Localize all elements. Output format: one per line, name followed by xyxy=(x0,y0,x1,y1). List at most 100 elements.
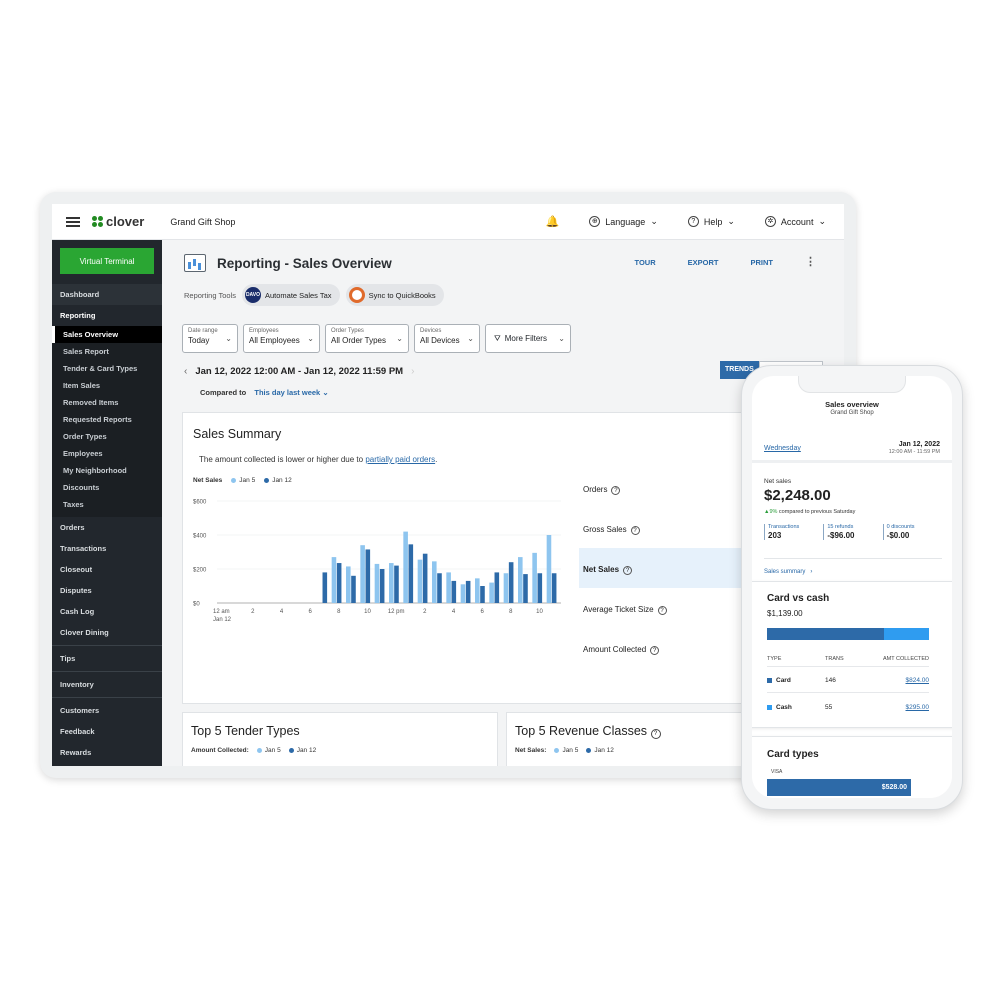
sidebar-section-tips: Tips xyxy=(52,648,162,669)
clover-logo[interactable]: clover xyxy=(92,214,144,229)
card-vs-cash-total: $1,139.00 xyxy=(767,609,803,618)
x-tick-label: 8 xyxy=(509,609,513,615)
language-menu[interactable]: ⊕ Language ⌄ xyxy=(589,216,658,227)
transactions-stat[interactable]: Transactions 203 xyxy=(764,524,823,540)
sidebar-item-tender-card-types[interactable]: Tender & Card Types xyxy=(52,360,162,377)
sidebar-item-employees[interactable]: Employees xyxy=(52,445,162,462)
sidebar-item-clover-dining[interactable]: Clover Dining xyxy=(52,622,162,643)
help-icon[interactable]: ? xyxy=(611,486,621,495)
bar-jan-12 xyxy=(408,544,414,603)
phone-shop-name: Grand Gift Shop xyxy=(830,410,874,416)
sidebar-item-item-sales[interactable]: Item Sales xyxy=(52,377,162,394)
y-tick-label: $600 xyxy=(193,500,207,506)
date-range-filter[interactable]: Date range Today ⌄ xyxy=(182,324,238,353)
more-filters-button[interactable]: ⛛ More Filters ⌄ xyxy=(485,324,571,353)
partially-paid-orders-link[interactable]: partially paid orders xyxy=(365,455,435,464)
day-selector[interactable]: Wednesday xyxy=(764,445,801,452)
davo-logo-icon: DAVO xyxy=(244,287,261,303)
card-types-title: Card types xyxy=(767,749,819,760)
account-menu[interactable]: ✲ Account ⌄ xyxy=(764,216,826,227)
sidebar-item-rewards[interactable]: Rewards xyxy=(52,742,162,763)
bar-jan-5 xyxy=(360,545,365,603)
phone-date: Jan 12, 2022 xyxy=(898,441,940,448)
sidebar-item-customers[interactable]: Customers xyxy=(52,700,162,721)
account-label: Account xyxy=(780,216,814,227)
question-icon: ? xyxy=(687,216,699,227)
help-menu[interactable]: ? Help ⌄ xyxy=(687,216,735,227)
sidebar-item-inventory[interactable]: Inventory xyxy=(52,674,162,695)
export-button[interactable]: EXPORT xyxy=(688,258,719,268)
help-icon[interactable]: ? xyxy=(623,566,633,575)
bar-jan-5 xyxy=(475,578,480,603)
sidebar-item-dashboard[interactable]: Dashboard xyxy=(52,284,162,305)
previous-day-icon[interactable]: ‹ xyxy=(184,366,187,377)
sidebar-item-sales-overview[interactable]: Sales Overview xyxy=(52,326,162,343)
help-icon[interactable]: ? xyxy=(650,646,660,655)
discounts-stat[interactable]: 0 discounts -$0.00 xyxy=(882,524,942,540)
print-button[interactable]: PRINT xyxy=(751,258,774,268)
menu-icon[interactable] xyxy=(66,215,80,229)
notification-bell-icon[interactable]: 🔔 xyxy=(546,215,560,228)
sales-summary-link[interactable]: Sales summary › xyxy=(764,569,812,575)
sidebar-item-removed-items[interactable]: Removed Items xyxy=(52,394,162,411)
bar-jan-5 xyxy=(532,552,537,603)
chevron-down-icon: ⌄ xyxy=(558,334,565,343)
x-tick-label: 2 xyxy=(251,609,255,615)
y-tick-label: $0 xyxy=(193,602,200,608)
card-vs-cash-bar xyxy=(767,628,929,640)
order-types-filter[interactable]: Order Types All Order Types ⌄ xyxy=(325,324,409,353)
refunds-stat[interactable]: 15 refunds -$96.00 xyxy=(823,524,882,540)
automate-sales-tax-label: Automate Sales Tax xyxy=(264,290,332,300)
sidebar-item-discounts[interactable]: Discounts xyxy=(52,479,162,496)
partial-paid-note: The amount collected is lower or higher … xyxy=(199,455,438,464)
bar-jan-12 xyxy=(551,573,557,603)
sidebar-item-cash-log[interactable]: Cash Log xyxy=(52,601,162,622)
sidebar: Virtual Terminal Dashboard Reporting Sal… xyxy=(52,240,162,766)
sidebar-item-feedback[interactable]: Feedback xyxy=(52,721,162,742)
date-range-label: Jan 12, 2022 12:00 AM - Jan 12, 2022 11:… xyxy=(195,366,404,377)
bar-jan-5 xyxy=(446,572,451,603)
chart-legend: Net Sales Jan 5 Jan 12 xyxy=(193,477,292,484)
sidebar-item-my-neighborhood[interactable]: My Neighborhood xyxy=(52,462,162,479)
more-options-icon[interactable]: ⋮ xyxy=(805,255,816,268)
sidebar-item-taxes[interactable]: Taxes xyxy=(52,496,162,513)
automate-sales-tax-chip[interactable]: DAVO Automate Sales Tax xyxy=(241,284,340,306)
help-icon[interactable]: ? xyxy=(630,526,640,535)
bar-jan-5 xyxy=(432,561,437,603)
quickbooks-chip[interactable]: Sync to QuickBooks xyxy=(345,284,444,306)
devices-filter[interactable]: Devices All Devices ⌄ xyxy=(414,324,480,353)
sidebar-item-requested-reports[interactable]: Requested Reports xyxy=(52,411,162,428)
sidebar-item-disputes[interactable]: Disputes xyxy=(52,580,162,601)
phone-frame: Sales overview Grand Gift Shop Wednesday… xyxy=(741,365,963,810)
card-amount-link[interactable]: $824.00 xyxy=(906,677,930,684)
bar-jan-5 xyxy=(503,573,509,603)
sidebar-item-orders[interactable]: Orders xyxy=(52,517,162,538)
x-tick-label: 6 xyxy=(308,609,312,615)
chevron-down-icon: ⌄ xyxy=(225,334,232,343)
tour-button[interactable]: TOUR xyxy=(635,258,656,268)
card-types-card: Card types VISA $528.00 xyxy=(752,736,952,798)
sidebar-item-closeout[interactable]: Closeout xyxy=(52,559,162,580)
sidebar-item-reporting[interactable]: Reporting xyxy=(52,305,162,326)
x-tick-label: 12 pm xyxy=(388,609,405,615)
compare-dropdown[interactable]: This day last week ⌄ xyxy=(254,388,328,397)
x-tick-label: 6 xyxy=(480,609,484,615)
sidebar-item-tips[interactable]: Tips xyxy=(52,648,162,669)
gear-icon: ✲ xyxy=(764,216,776,227)
top-tender-types-card: Top 5 Tender Types Amount Collected: Jan… xyxy=(182,712,498,766)
help-icon[interactable]: ? xyxy=(657,606,667,615)
help-label: Help xyxy=(703,216,723,227)
sidebar-item-order-types[interactable]: Order Types xyxy=(52,428,162,445)
employees-filter[interactable]: Employees All Employees ⌄ xyxy=(243,324,320,353)
next-day-icon[interactable]: › xyxy=(411,366,414,377)
cash-amount-link[interactable]: $295.00 xyxy=(906,704,930,711)
sidebar-item-transactions[interactable]: Transactions xyxy=(52,538,162,559)
sidebar-item-sales-report[interactable]: Sales Report xyxy=(52,343,162,360)
bar-jan-5 xyxy=(489,582,494,603)
reporting-tools-label: Reporting Tools xyxy=(184,290,236,300)
sidebar-section-customers: Customers Feedback Rewards xyxy=(52,700,162,763)
x-tick-label: 2 xyxy=(423,609,427,615)
net-sales-label: Net sales xyxy=(764,478,792,485)
visa-bar: $528.00 xyxy=(767,779,911,796)
virtual-terminal-button[interactable]: Virtual Terminal xyxy=(60,248,154,274)
